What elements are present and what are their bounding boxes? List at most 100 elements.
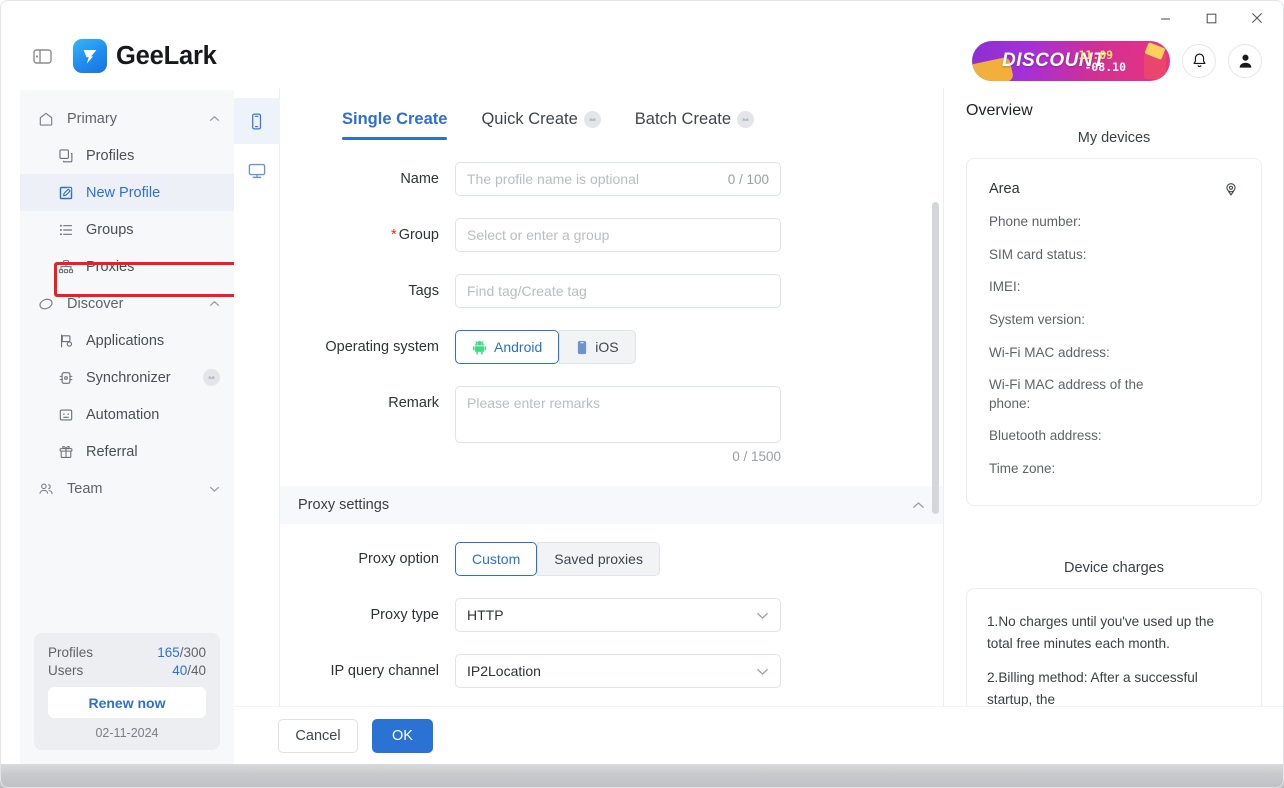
group-input-placeholder: Select or enter a group xyxy=(467,227,610,243)
proxy-settings-section-header[interactable]: Proxy settings xyxy=(280,486,943,524)
sidebar-item-profiles-label: Profiles xyxy=(86,147,135,164)
application-window: GeeLark DISCOUNT 11.09 -08.10 Primary Pr… xyxy=(0,0,1284,788)
form-body: Name The profile name is optional 0 / 10… xyxy=(280,140,943,728)
cancel-button[interactable]: Cancel xyxy=(278,718,358,753)
overview-title: Overview xyxy=(966,102,1033,119)
tags-label: Tags xyxy=(408,283,439,299)
chevron-down-icon xyxy=(756,667,769,676)
chevron-up-icon xyxy=(209,300,220,308)
proxy-option-custom[interactable]: Custom xyxy=(455,542,538,576)
field-row-proxy-option: Proxy option Custom Saved proxies xyxy=(280,542,943,576)
proxy-option-control: Custom Saved proxies xyxy=(455,542,943,576)
proxy-type-select[interactable]: HTTP xyxy=(455,598,781,632)
tab-single-create[interactable]: Single Create xyxy=(342,110,448,140)
sidebar-group-discover-label: Discover xyxy=(67,295,124,312)
brand-name: GeeLark xyxy=(116,41,217,70)
device-info-card: Area Phone number: SIM card status: IMEI… xyxy=(966,158,1262,506)
synchronizer-icon xyxy=(56,370,76,386)
usage-profiles-value: 165/300 xyxy=(157,645,206,660)
chevron-up-icon xyxy=(209,115,220,123)
sidebar-item-referral-label: Referral xyxy=(86,443,138,460)
sidebar-item-new-profile[interactable]: New Profile xyxy=(20,174,234,211)
os-option-android[interactable]: Android xyxy=(455,330,560,364)
chevron-up-icon[interactable] xyxy=(912,501,925,510)
field-row-tags: Tags Find tag/Create tag xyxy=(280,274,943,308)
name-input-placeholder: The profile name is optional xyxy=(467,171,639,187)
user-icon xyxy=(1239,54,1251,68)
group-input[interactable]: Select or enter a group xyxy=(455,218,781,252)
remark-textarea[interactable]: Please enter remarks xyxy=(455,386,781,443)
tab-single-create-label: Single Create xyxy=(342,110,448,128)
rail-phone-button[interactable] xyxy=(233,98,280,144)
ok-button[interactable]: OK xyxy=(372,718,433,753)
discount-banner[interactable]: DISCOUNT 11.09 -08.10 xyxy=(972,41,1170,81)
operating-system-label: Operating system xyxy=(325,339,439,355)
sidebar-collapse-button[interactable] xyxy=(28,42,56,70)
ip-query-channel-control: IP2Location xyxy=(455,654,943,688)
device-field-sim-card-status: SIM card status: xyxy=(989,246,1087,262)
brand: GeeLark xyxy=(73,39,217,73)
rail-desktop-button[interactable] xyxy=(234,148,280,194)
sidebar-item-proxies[interactable]: Proxies xyxy=(20,248,234,285)
os-option-ios[interactable]: iOS xyxy=(559,330,636,364)
sidebar-item-referral[interactable]: Referral xyxy=(20,433,234,470)
usage-users-label: Users xyxy=(48,663,84,678)
logo-glyph xyxy=(83,50,97,64)
tags-control: Find tag/Create tag xyxy=(455,274,943,308)
proxy-type-label: Proxy type xyxy=(370,607,440,623)
proxy-type-control: HTTP xyxy=(455,598,943,632)
location-pin-icon[interactable] xyxy=(1223,181,1239,197)
field-row-operating-system: Operating system Android iOS xyxy=(280,330,943,364)
create-profile-form-column: Single Create Quick Create Batch Create xyxy=(280,88,944,764)
new-profile-icon xyxy=(56,185,76,201)
proxy-settings-title: Proxy settings xyxy=(298,497,390,513)
user-avatar-button[interactable] xyxy=(1228,44,1262,78)
ip-query-channel-value: IP2Location xyxy=(467,663,541,679)
header-actions: DISCOUNT 11.09 -08.10 xyxy=(972,41,1262,81)
usage-users-value: 40/40 xyxy=(172,663,206,678)
group-control: Select or enter a group xyxy=(455,218,943,252)
device-field-imei: IMEI: xyxy=(989,279,1021,295)
field-row-name: Name The profile name is optional 0 / 10… xyxy=(280,162,943,196)
sidebar-item-automation[interactable]: Automation xyxy=(20,396,234,433)
usage-row-profiles: Profiles 165/300 xyxy=(48,645,206,660)
window-bottom-shadow xyxy=(0,764,1284,788)
proxy-option-label: Proxy option xyxy=(358,551,439,567)
sidebar-group-discover[interactable]: Discover xyxy=(20,285,234,322)
sidebar-item-groups[interactable]: Groups xyxy=(20,211,234,248)
applications-icon xyxy=(56,333,76,349)
form-vertical-scrollbar[interactable] xyxy=(932,202,939,514)
notifications-button[interactable] xyxy=(1182,44,1216,78)
field-row-group: * Group Select or enter a group xyxy=(280,218,943,252)
remark-counter: 0 / 1500 xyxy=(732,449,781,464)
tags-input-placeholder: Find tag/Create tag xyxy=(467,283,587,299)
os-option-ios-label: iOS xyxy=(595,339,619,355)
device-field-phone-number: Phone number: xyxy=(989,214,1082,229)
usage-profiles-total: /300 xyxy=(179,645,206,660)
renew-now-button[interactable]: Renew now xyxy=(48,687,206,718)
proxy-option-saved-proxies[interactable]: Saved proxies xyxy=(537,542,660,576)
sidebar-item-profiles[interactable]: Profiles xyxy=(20,137,234,174)
ip-query-channel-select[interactable]: IP2Location xyxy=(455,654,781,688)
sidebar-item-synchronizer[interactable]: Synchronizer xyxy=(20,359,234,396)
tab-batch-create[interactable]: Batch Create xyxy=(634,110,755,140)
device-area-header: Area xyxy=(989,181,1239,197)
device-type-rail xyxy=(233,88,280,764)
remark-label: Remark xyxy=(388,395,439,411)
profiles-icon xyxy=(56,148,76,164)
geelark-logo-icon xyxy=(73,39,107,73)
discount-banner-dates: 11.09 -08.10 xyxy=(1078,49,1126,73)
sidebar-nav: Primary Profiles New Profile Groups Prox… xyxy=(20,90,234,633)
tags-input[interactable]: Find tag/Create tag xyxy=(455,274,781,308)
device-charges-heading: Device charges xyxy=(1064,559,1164,576)
discount-date-end: -08.10 xyxy=(1084,60,1126,74)
name-input[interactable]: The profile name is optional 0 / 100 xyxy=(455,162,781,196)
charges-paragraph-1: 1.No charges until you've used up the to… xyxy=(987,613,1215,651)
tab-quick-create[interactable]: Quick Create xyxy=(481,110,601,140)
tab-batch-create-label: Batch Create xyxy=(634,110,732,128)
sidebar-group-team[interactable]: Team xyxy=(20,470,234,507)
sidebar-item-applications-label: Applications xyxy=(86,332,165,349)
sidebar-item-applications[interactable]: Applications xyxy=(20,322,234,359)
sidebar-group-primary[interactable]: Primary xyxy=(20,100,234,137)
proxies-icon xyxy=(56,259,76,275)
